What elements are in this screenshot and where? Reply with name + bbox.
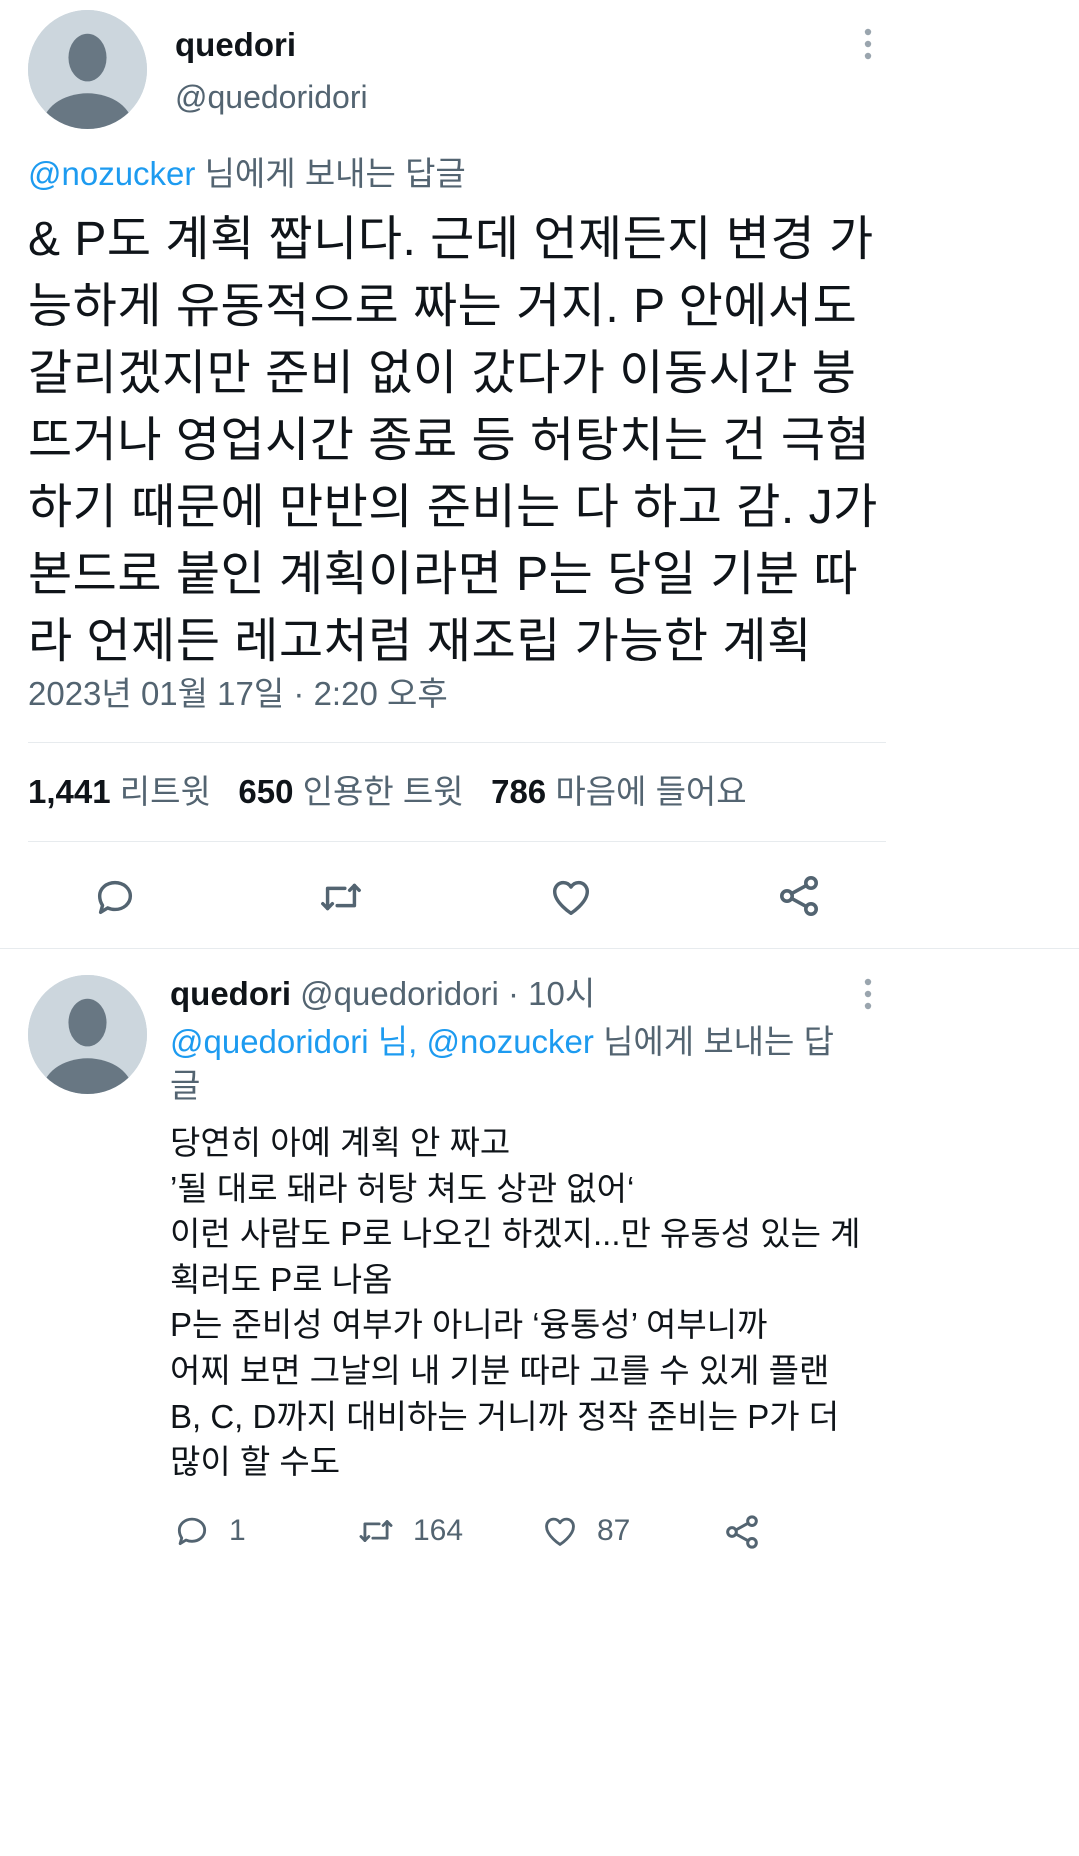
reply-context-suffix: 님에게 보내는 답 bbox=[593, 1023, 834, 1060]
retweet-icon bbox=[355, 1512, 397, 1550]
like-icon bbox=[541, 1512, 579, 1550]
retweets-label: 리트윗 bbox=[119, 773, 211, 810]
tweet-text-line: & P도 계획 짭니다. 근데 언제든지 변경 가 bbox=[28, 213, 874, 266]
divider bbox=[28, 841, 886, 842]
tweet-text: & P도 계획 짭니다. 근데 언제든지 변경 가 능하게 유동적으로 짜는 거… bbox=[28, 206, 878, 675]
tweet-text-line: 본드로 붙인 계획이라면 P는 당일 기분 따 bbox=[28, 548, 859, 601]
mention-link[interactable]: @nozucker bbox=[427, 1023, 594, 1060]
retweets-stat[interactable]: 1,441 리트윗 bbox=[28, 773, 211, 810]
likes-stat[interactable]: 786 마음에 들어요 bbox=[491, 773, 747, 810]
share-icon[interactable] bbox=[775, 872, 823, 920]
reply-text-line: 어찌 보면 그날의 내 기분 따라 고를 수 있게 플랜 bbox=[170, 1351, 830, 1389]
reply-text-line: 획러도 P로 나옴 bbox=[170, 1260, 393, 1298]
retweet-icon[interactable] bbox=[316, 874, 366, 920]
engagement-stats: 1,441 리트윗 650 인용한 트윗 786 마음에 들어요 bbox=[28, 770, 747, 814]
reply-header: quedori @quedoridori · 10시 bbox=[170, 973, 595, 1015]
retweets-count: 1,441 bbox=[28, 773, 111, 810]
reply-more-options-icon[interactable] bbox=[858, 977, 878, 1011]
reply-text-line: P는 준비성 여부가 아니라 ‘융통성’ 여부니까 bbox=[170, 1306, 768, 1344]
reply-time[interactable]: · 10시 bbox=[508, 975, 595, 1012]
quotes-count: 650 bbox=[238, 773, 294, 810]
like-count: 87 bbox=[597, 1514, 631, 1547]
reply-icon bbox=[173, 1512, 211, 1550]
mention-link[interactable]: @quedoridori bbox=[170, 1023, 369, 1060]
default-avatar-icon bbox=[28, 10, 147, 129]
reply-context: @nozucker 님에게 보내는 답글 bbox=[28, 153, 466, 195]
reply-display-name[interactable]: quedori bbox=[170, 975, 291, 1012]
likes-label: 마음에 들어요 bbox=[555, 773, 747, 810]
reply-handle[interactable]: @quedoridori bbox=[300, 975, 499, 1012]
avatar[interactable] bbox=[28, 10, 147, 129]
reply-context-suffix: 글 bbox=[170, 1067, 201, 1104]
tweet-text-line: 라 언제든 레고처럼 재조립 가능한 계획 bbox=[28, 615, 812, 668]
quotes-label: 인용한 트윗 bbox=[302, 773, 464, 810]
retweet-count: 164 bbox=[413, 1514, 464, 1547]
reply-count: 1 bbox=[229, 1514, 246, 1547]
timestamp[interactable]: 2023년 01월 17일 · 2:20 오후 bbox=[28, 672, 448, 716]
share-icon[interactable] bbox=[722, 1512, 762, 1552]
divider bbox=[28, 742, 886, 743]
likes-count: 786 bbox=[491, 773, 547, 810]
handle[interactable]: @quedoridori bbox=[175, 77, 368, 117]
reply-action-like[interactable]: 87 bbox=[541, 1512, 630, 1550]
reply-context-sep: 님, bbox=[368, 1023, 427, 1060]
quotes-stat[interactable]: 650 인용한 트윗 bbox=[238, 773, 463, 810]
like-icon[interactable] bbox=[548, 874, 594, 920]
reply-action-retweet[interactable]: 164 bbox=[355, 1512, 463, 1550]
reply-context-suffix: 님에게 보내는 답글 bbox=[195, 155, 466, 192]
reply-text-line: 이런 사람도 P로 나오긴 하겠지...만 유동성 있는 계 bbox=[170, 1215, 861, 1253]
reply-avatar[interactable] bbox=[28, 975, 147, 1094]
reply-text-line: B, C, D까지 대비하는 거니까 정작 준비는 P가 더 bbox=[170, 1397, 840, 1435]
more-options-icon[interactable] bbox=[858, 27, 878, 61]
mention-link[interactable]: @nozucker bbox=[28, 155, 195, 192]
tweet-text-line: 하기 때문에 만반의 준비는 다 하고 감. J가 bbox=[28, 481, 878, 534]
divider bbox=[0, 948, 1079, 949]
reply-icon[interactable] bbox=[92, 874, 138, 920]
tweet-text-line: 갈리겠지만 준비 없이 갔다가 이동시간 붕 bbox=[28, 347, 857, 400]
display-name[interactable]: quedori bbox=[175, 25, 296, 65]
tweet-text-line: 능하게 유동적으로 짜는 거지. P 안에서도 bbox=[28, 280, 858, 333]
reply-text-line: ’될 대로 돼라 허탕 쳐도 상관 없어‘ bbox=[170, 1169, 635, 1207]
reply-text: 당연히 아예 계획 안 짜고 ’될 대로 돼라 허탕 쳐도 상관 없어‘ 이런 … bbox=[170, 1120, 861, 1485]
reply-context: @quedoridori 님, @nozucker 님에게 보내는 답 글 bbox=[170, 1020, 834, 1108]
reply-text-line: 많이 할 수도 bbox=[170, 1443, 341, 1481]
reply-action-reply[interactable]: 1 bbox=[173, 1512, 246, 1550]
default-avatar-icon bbox=[28, 975, 147, 1094]
reply-text-line: 당연히 아예 계획 안 짜고 bbox=[170, 1124, 511, 1161]
tweet-text-line: 뜨거나 영업시간 종료 등 허탕치는 건 극혐 bbox=[28, 414, 871, 467]
